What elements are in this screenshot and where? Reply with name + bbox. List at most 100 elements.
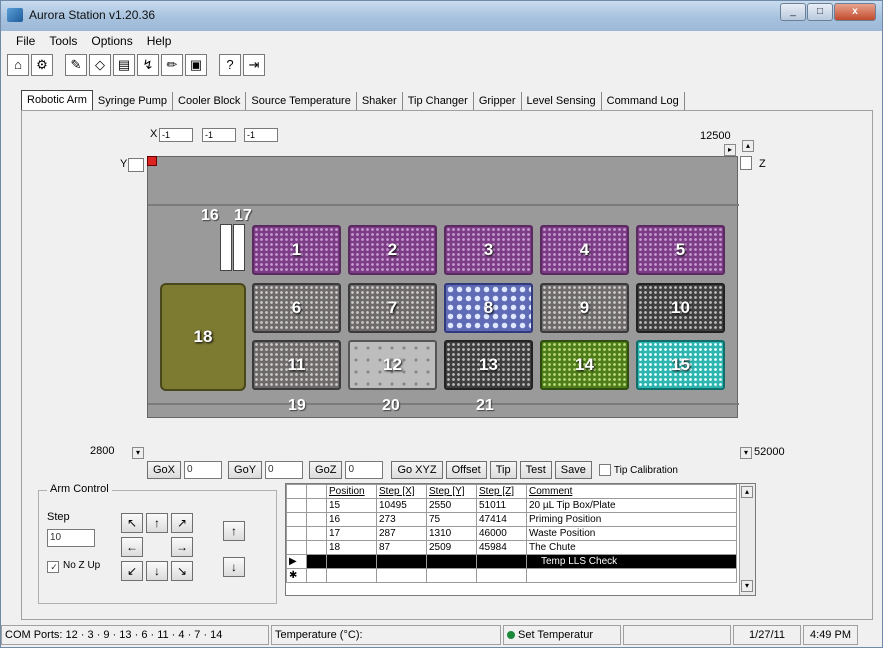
move-up-button[interactable]: ↑ xyxy=(146,513,168,533)
cell-step-z[interactable]: 45984 xyxy=(476,540,527,555)
deck-position-7[interactable]: 7 xyxy=(348,283,437,333)
cell-step-z[interactable] xyxy=(476,554,527,569)
go-y-input[interactable]: 0 xyxy=(265,461,304,479)
deck-position-14[interactable]: 14 xyxy=(540,340,629,390)
z-up-button[interactable]: ↑ xyxy=(223,521,245,541)
tab-gripper[interactable]: Gripper xyxy=(473,92,522,110)
move-right-button[interactable]: → xyxy=(171,537,193,557)
table-row[interactable]: 16 273 75 47414 Priming Position xyxy=(286,512,737,527)
menu-options[interactable]: Options xyxy=(84,31,139,51)
y-field[interactable] xyxy=(128,158,144,172)
cell-comment[interactable]: 20 µL Tip Box/Plate xyxy=(526,498,737,513)
deck-position-6[interactable]: 6 xyxy=(252,283,341,333)
column-step-x[interactable]: Step [X] xyxy=(376,484,427,499)
tab-cooler-block[interactable]: Cooler Block xyxy=(173,92,247,110)
deck-position-5[interactable]: 5 xyxy=(636,225,725,275)
move-down-left-button[interactable]: ↙ xyxy=(121,561,143,581)
cell-comment[interactable]: Waste Position xyxy=(526,526,737,541)
tab-source-temperature[interactable]: Source Temperature xyxy=(246,92,357,110)
tip-rack-17[interactable] xyxy=(233,224,245,271)
cell-step-z[interactable]: 46000 xyxy=(476,526,527,541)
cell-comment[interactable]: The Chute xyxy=(526,540,737,555)
deck-position-13[interactable]: 13 xyxy=(444,340,533,390)
column-comment[interactable]: Comment xyxy=(526,484,737,499)
x-scroll-right-button[interactable]: ▸ xyxy=(724,144,736,156)
cell-step-y[interactable]: 75 xyxy=(426,512,477,527)
close-button[interactable]: x xyxy=(834,3,876,21)
exit-icon[interactable]: ⇥ xyxy=(243,54,265,76)
tab-level-sensing[interactable]: Level Sensing xyxy=(521,92,602,110)
deck-position-11[interactable]: 11 xyxy=(252,340,341,390)
deck-position-18[interactable]: 18 xyxy=(160,283,246,391)
move-down-button[interactable]: ↓ xyxy=(146,561,168,581)
table-new-row[interactable]: ✱ xyxy=(286,568,737,583)
cell-step-x[interactable]: 87 xyxy=(376,540,427,555)
cell-step-y[interactable]: 2550 xyxy=(426,498,477,513)
move-up-left-button[interactable]: ↖ xyxy=(121,513,143,533)
cell-step-x[interactable]: 287 xyxy=(376,526,427,541)
cell-position[interactable]: 17 xyxy=(326,526,377,541)
table-row[interactable]: 15 10495 2550 51011 20 µL Tip Box/Plate xyxy=(286,498,737,513)
column-step-y[interactable]: Step [Y] xyxy=(426,484,477,499)
help-icon[interactable]: ? xyxy=(219,54,241,76)
go-xyz-button[interactable]: Go XYZ xyxy=(391,461,443,479)
z-scroll-down-button[interactable]: ▾ xyxy=(740,447,752,459)
pencil-icon[interactable]: ✏ xyxy=(161,54,183,76)
eraser-icon[interactable]: ◇ xyxy=(89,54,111,76)
column-position[interactable]: Position xyxy=(326,484,377,499)
tab-shaker[interactable]: Shaker xyxy=(356,92,403,110)
dispense-icon[interactable]: ↯ xyxy=(137,54,159,76)
deck-position-1[interactable]: 1 xyxy=(252,225,341,275)
x-field-3[interactable]: -1 xyxy=(244,128,278,142)
tip-rack-16[interactable] xyxy=(220,224,232,271)
table-row-selected[interactable]: ▶ Temp LLS Check xyxy=(286,554,737,569)
no-z-up-checkbox[interactable]: ✓ xyxy=(47,561,59,573)
offset-button[interactable]: Offset xyxy=(445,461,487,479)
z-down-button[interactable]: ↓ xyxy=(223,557,245,577)
step-input[interactable]: 10 xyxy=(47,529,95,547)
cell-position[interactable] xyxy=(326,554,377,569)
deck-position-8[interactable]: 8 xyxy=(444,283,533,333)
document-icon[interactable]: ▤ xyxy=(113,54,135,76)
cell-position[interactable]: 15 xyxy=(326,498,377,513)
deck-position-4[interactable]: 4 xyxy=(540,225,629,275)
go-z-button[interactable]: GoZ xyxy=(309,461,343,479)
title-bar[interactable]: Aurora Station v1.20.36 _ □ x xyxy=(1,1,882,31)
cell-position[interactable]: 18 xyxy=(326,540,377,555)
table-row[interactable]: 18 87 2509 45984 The Chute xyxy=(286,540,737,555)
menu-file[interactable]: File xyxy=(9,31,42,51)
tip-button[interactable]: Tip xyxy=(489,461,517,479)
tab-syringe-pump[interactable]: Syringe Pump xyxy=(92,92,174,110)
column-step-z[interactable]: Step [Z] xyxy=(476,484,527,499)
deck-position-9[interactable]: 9 xyxy=(540,283,629,333)
z-field[interactable] xyxy=(740,156,752,170)
tab-robotic-arm[interactable]: Robotic Arm xyxy=(21,90,93,110)
x-field-1[interactable]: -1 xyxy=(159,128,193,142)
table-row[interactable]: 17 287 1310 46000 Waste Position xyxy=(286,526,737,541)
x-field-2[interactable]: -1 xyxy=(202,128,236,142)
cell-step-x[interactable]: 10495 xyxy=(376,498,427,513)
move-down-right-button[interactable]: ↘ xyxy=(171,561,193,581)
go-x-button[interactable]: GoX xyxy=(147,461,182,479)
pipette-icon[interactable]: ✎ xyxy=(65,54,87,76)
deck-position-10[interactable]: 10 xyxy=(636,283,725,333)
tip-calibration-checkbox[interactable] xyxy=(598,464,611,476)
cell-step-z[interactable]: 51011 xyxy=(476,498,527,513)
y-scroll-down-button[interactable]: ▾ xyxy=(132,447,144,459)
home-icon[interactable]: ⌂ xyxy=(7,54,29,76)
cell-position[interactable]: 16 xyxy=(326,512,377,527)
save-button[interactable]: Save xyxy=(554,461,592,479)
minimize-button[interactable]: _ xyxy=(780,3,806,21)
cell-step-x[interactable]: 273 xyxy=(376,512,427,527)
cell-step-y[interactable]: 1310 xyxy=(426,526,477,541)
deck-position-3[interactable]: 3 xyxy=(444,225,533,275)
tab-tip-changer[interactable]: Tip Changer xyxy=(402,92,474,110)
cell-step-y[interactable]: 2509 xyxy=(426,540,477,555)
grid-scrollbar[interactable]: ▴ ▾ xyxy=(739,484,755,595)
go-z-input[interactable]: 0 xyxy=(345,461,384,479)
deck-position-12[interactable]: 12 xyxy=(348,340,437,390)
grid-scroll-up-button[interactable]: ▴ xyxy=(741,486,753,498)
menu-help[interactable]: Help xyxy=(140,31,179,51)
z-scroll-up-button[interactable]: ▴ xyxy=(742,140,754,152)
move-up-right-button[interactable]: ↗ xyxy=(171,513,193,533)
